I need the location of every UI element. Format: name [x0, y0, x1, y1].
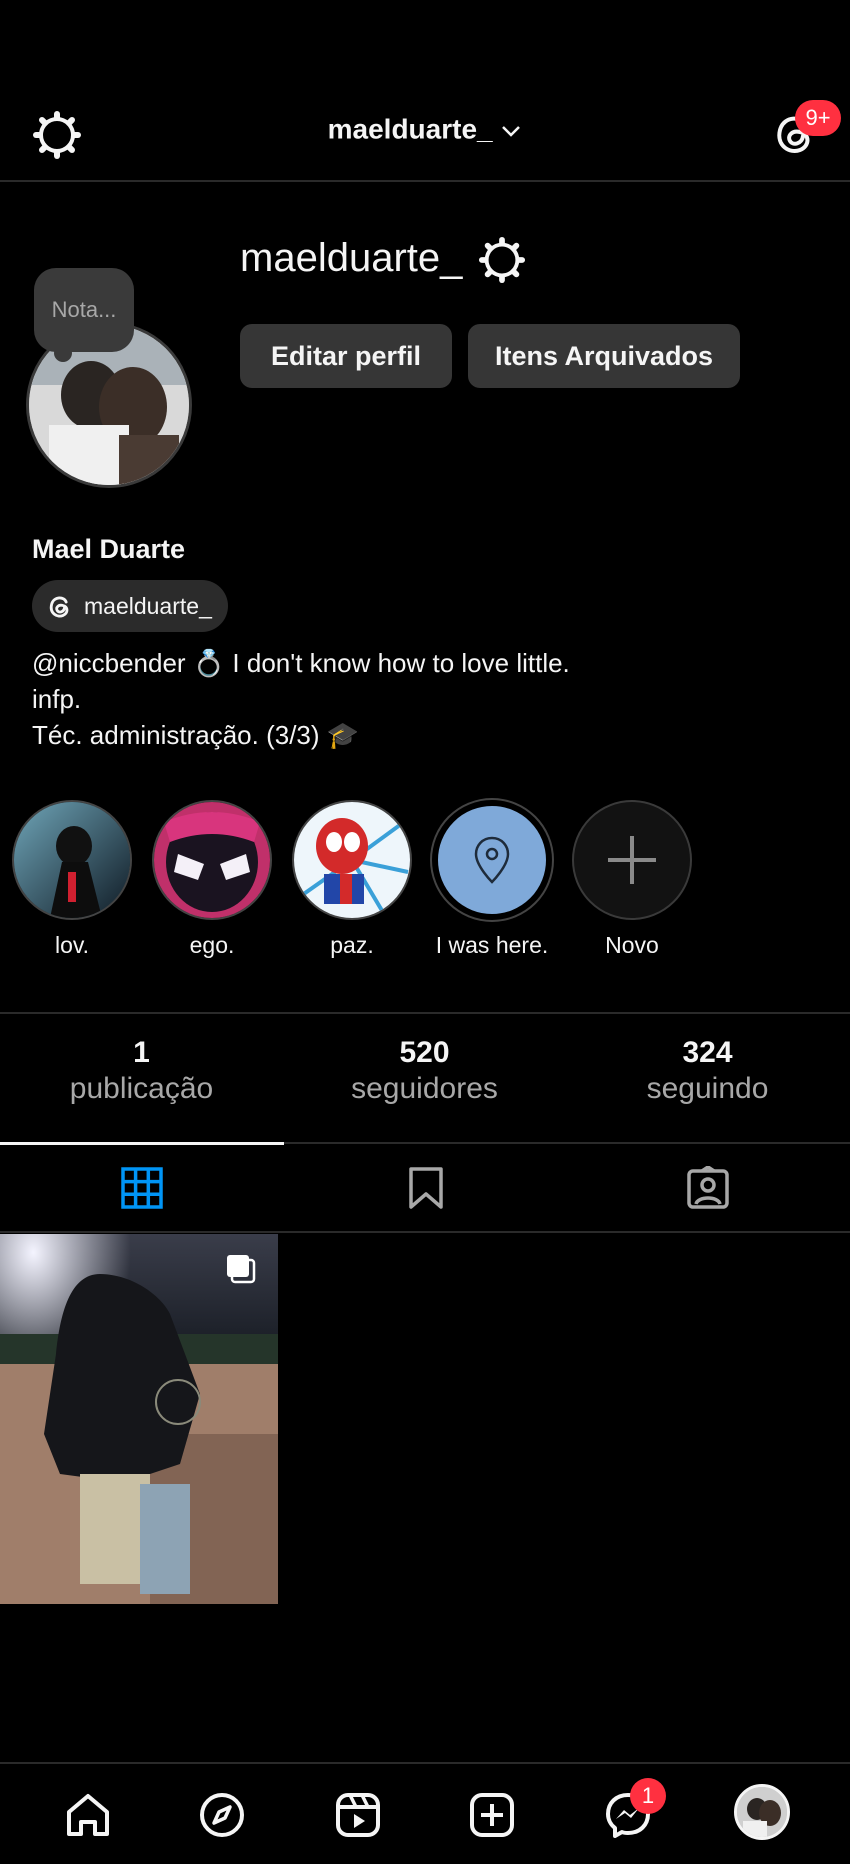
settings-icon[interactable] — [478, 236, 526, 284]
multiple-images-icon — [224, 1252, 258, 1286]
highlight-label: paz. — [330, 932, 374, 958]
followers-count[interactable]: 520 seguidores — [283, 1036, 566, 1106]
notification-badge: 9+ — [795, 100, 841, 136]
chevron-down-icon — [500, 114, 522, 146]
account-switcher[interactable]: maelduarte_ — [0, 112, 850, 146]
highlight-cover — [152, 800, 272, 920]
highlight-cover — [292, 800, 412, 920]
followers-number: 520 — [399, 1036, 450, 1069]
header-username: maelduarte_ — [327, 113, 493, 145]
highlight-label: lov. — [54, 932, 90, 958]
highlight-lov[interactable]: lov. — [12, 800, 132, 959]
posts-count[interactable]: 1 publicação — [0, 1036, 283, 1106]
plus-icon — [572, 800, 692, 920]
profile-username: maelduarte_ — [240, 236, 463, 280]
followers-label: seguidores — [351, 1072, 498, 1105]
explore-icon[interactable] — [197, 1790, 247, 1840]
reels-icon[interactable] — [333, 1790, 383, 1840]
posts-number: 1 — [133, 1036, 150, 1069]
home-icon[interactable] — [63, 1790, 113, 1840]
bio-line-3: Téc. administração. (3/3) 🎓 — [32, 720, 360, 750]
grid-icon[interactable] — [120, 1166, 164, 1210]
highlight-ego[interactable]: ego. — [152, 800, 272, 959]
display-name: Mael Duarte — [32, 534, 186, 564]
highlight-cover — [432, 800, 552, 920]
bottom-navigation — [0, 1762, 850, 1864]
threads-handle: maelduarte_ — [84, 593, 212, 619]
highlight-paz[interactable]: paz. — [292, 800, 412, 959]
edit-profile-button[interactable]: Editar perfil — [240, 324, 452, 388]
top-bar — [0, 0, 850, 182]
highlight-i-was-here[interactable]: I was here. — [432, 800, 552, 959]
highlight-cover — [12, 800, 132, 920]
highlight-label: Novo — [605, 932, 659, 958]
create-icon[interactable] — [467, 1790, 517, 1840]
threads-icon — [46, 592, 74, 620]
highlight-label: I was here. — [435, 932, 549, 958]
note-bubble[interactable]: Nota... — [34, 268, 134, 352]
following-count[interactable]: 324 seguindo — [566, 1036, 849, 1106]
posts-label: publicação — [69, 1072, 214, 1105]
highlight-new[interactable]: Novo — [572, 800, 692, 959]
messenger-badge: 1 — [630, 1778, 666, 1814]
highlight-label: ego. — [189, 932, 235, 958]
bookmark-icon[interactable] — [404, 1166, 448, 1210]
note-bubble-tail — [54, 344, 72, 362]
profile-avatar-nav[interactable] — [734, 1784, 790, 1840]
bio-line-2: infp. — [32, 684, 82, 714]
bio-line-1: @niccbender 💍 I don't know how to love l… — [32, 648, 570, 678]
post-thumbnail[interactable] — [0, 1234, 278, 1604]
following-number: 324 — [682, 1036, 733, 1069]
following-label: seguindo — [646, 1072, 769, 1105]
active-tab-indicator — [0, 1142, 284, 1145]
divider — [0, 1231, 850, 1233]
archived-items-button[interactable]: Itens Arquivados — [468, 324, 740, 388]
divider — [0, 1012, 850, 1014]
location-pin-icon — [474, 836, 510, 884]
tagged-icon[interactable] — [686, 1166, 730, 1210]
